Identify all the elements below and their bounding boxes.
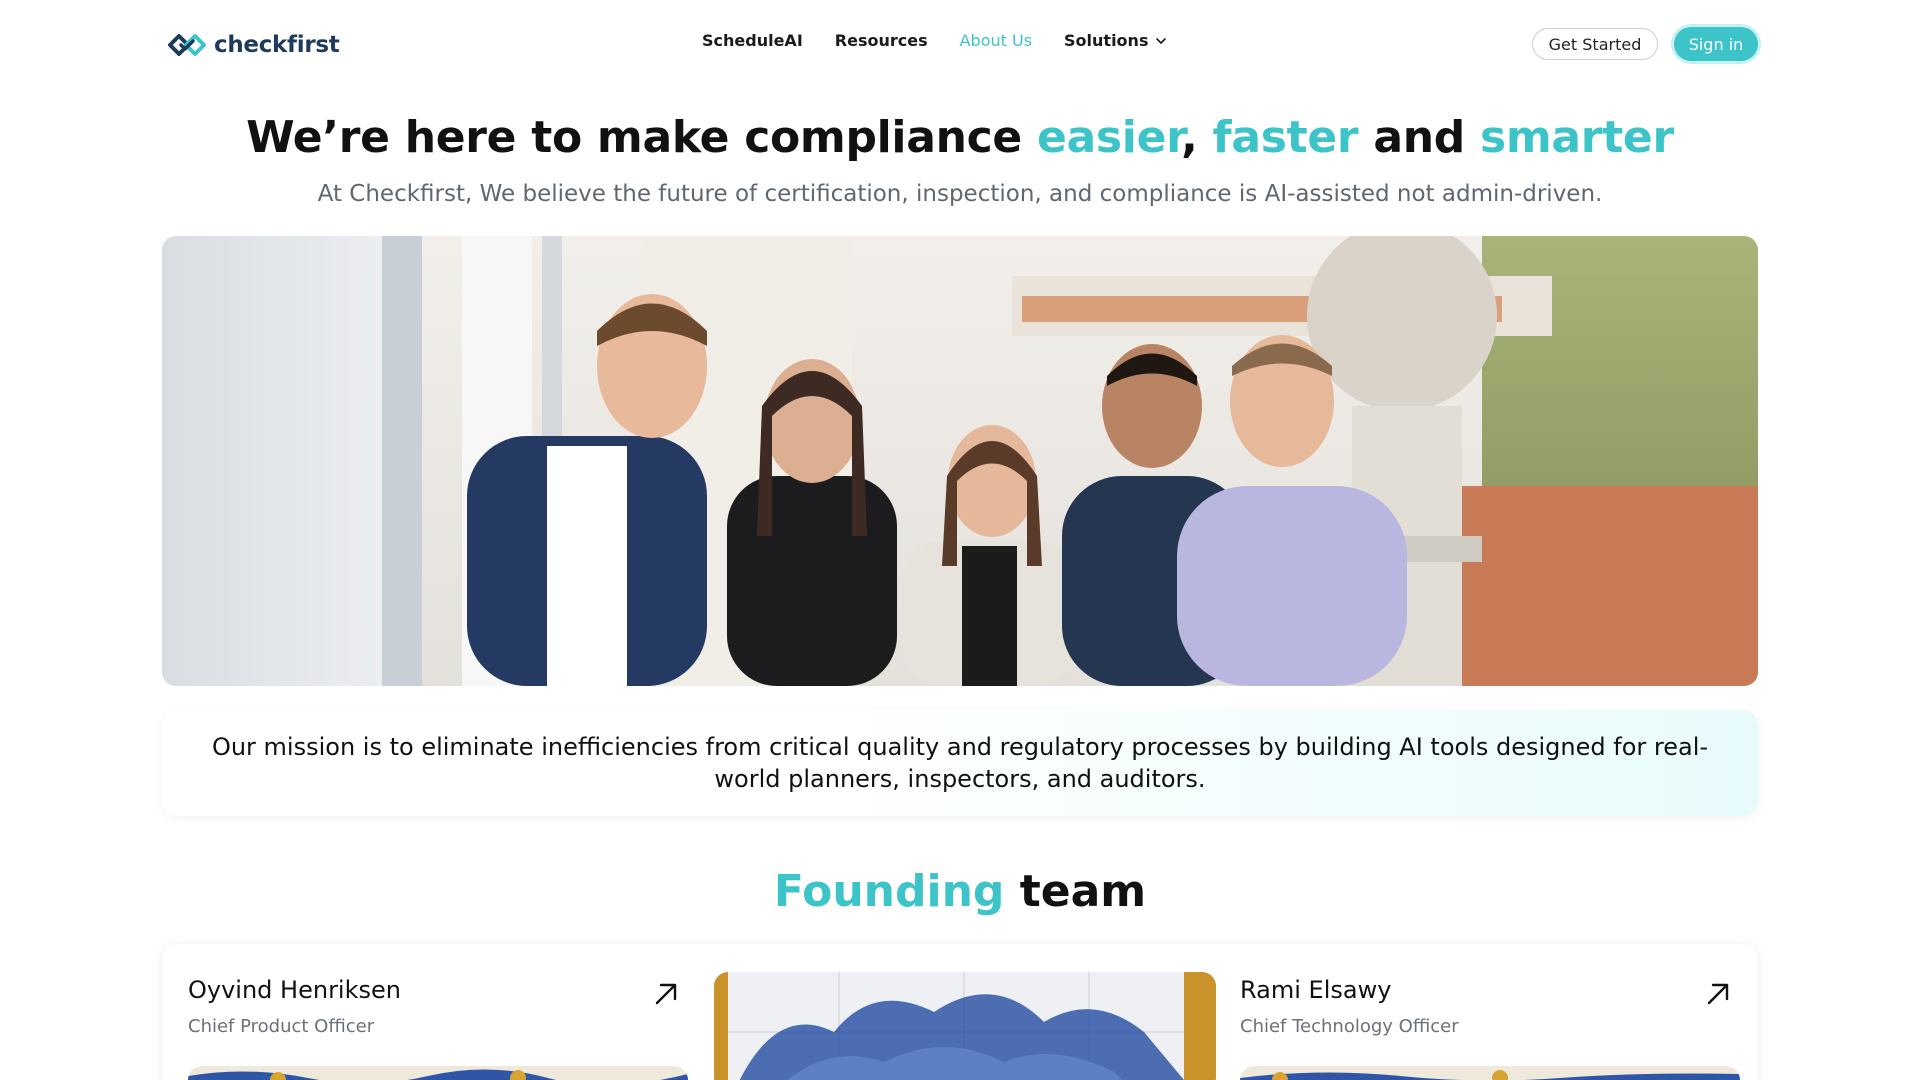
get-started-button[interactable]: Get Started (1532, 28, 1658, 60)
nav-link-solutions[interactable]: Solutions (1064, 31, 1168, 50)
nav-link-scheduleai[interactable]: ScheduleAI (702, 31, 803, 50)
azulejo-tile-pattern (1240, 1066, 1740, 1080)
logo-wordmark: checkfirst (214, 32, 340, 58)
nav-links: ScheduleAI Resources About Us Solutions (702, 31, 1168, 50)
nav-link-about-us[interactable]: About Us (960, 31, 1032, 50)
member-name: Rami Elsawy (1240, 976, 1392, 1004)
nav-link-solutions-label: Solutions (1064, 31, 1149, 50)
headline-accent-smarter: smarter (1479, 112, 1674, 163)
hero-subheadline: At Checkfirst, We believe the future of … (317, 181, 1603, 207)
member-photo (1240, 1066, 1740, 1080)
arrow-up-right-icon[interactable] (652, 980, 680, 1008)
chevron-down-icon (1156, 37, 1167, 44)
member-role: Chief Product Officer (188, 1016, 375, 1037)
headline-text-1: We’re here to make compliance (246, 112, 1037, 163)
headline-comma: , (1181, 112, 1213, 163)
azulejo-tile-pattern-large (714, 972, 1216, 1080)
founding-team-title: Founding team (0, 866, 1920, 917)
team-photo-illustration (162, 236, 1758, 686)
arrow-up-right-icon[interactable] (1704, 980, 1732, 1008)
azulejo-tile-pattern (188, 1066, 688, 1080)
nav-link-resources[interactable]: Resources (835, 31, 928, 50)
member-name: Oyvind Henriksen (188, 976, 401, 1004)
team-member-card[interactable]: Oyvind Henriksen Chief Product Officer (188, 976, 401, 1037)
team-group-photo (162, 236, 1758, 686)
mission-card: Our mission is to eliminate inefficienci… (162, 710, 1758, 816)
headline-accent-easier: easier (1036, 112, 1182, 163)
member-role: Chief Technology Officer (1240, 1016, 1459, 1037)
team-title-rest: team (1004, 866, 1147, 917)
headline-and: and (1358, 112, 1480, 163)
team-member-card[interactable]: Rami Elsawy Chief Technology Officer (1240, 976, 1459, 1037)
sign-in-button[interactable]: Sign in (1674, 27, 1758, 61)
checkfirst-logo-icon (168, 34, 206, 56)
member-photo (188, 1066, 688, 1080)
hero-headline: We’re here to make compliance easier, fa… (0, 112, 1920, 163)
headline-accent-faster: faster (1212, 112, 1359, 163)
checkfirst-logo[interactable]: checkfirst (166, 29, 340, 61)
team-photo-tile (714, 972, 1216, 1080)
mission-statement: Our mission is to eliminate inefficienci… (211, 733, 1709, 793)
team-title-accent: Founding (773, 866, 1005, 917)
top-navigation: checkfirst ScheduleAI Resources About Us… (0, 0, 1920, 88)
